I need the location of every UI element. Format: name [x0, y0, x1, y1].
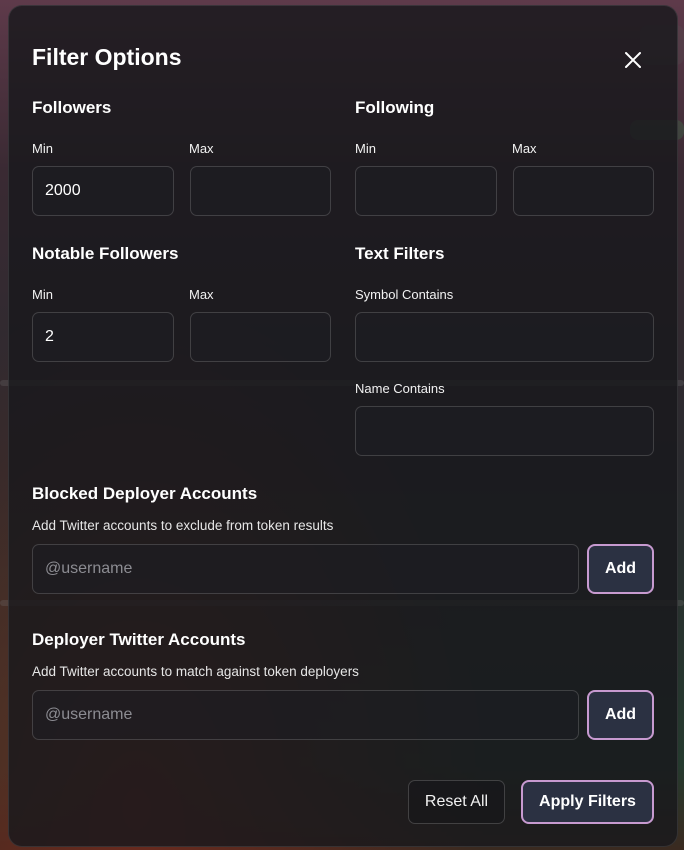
following-min-input[interactable] [355, 166, 497, 216]
deployer-twitter-add-button[interactable]: Add [587, 690, 654, 740]
filter-options-modal: Filter Options Followers Min Max Followi… [8, 5, 678, 847]
deployer-twitter-username-input[interactable] [32, 690, 579, 740]
following-section-title: Following [355, 98, 435, 117]
symbol-contains-label: Symbol Contains [355, 287, 454, 302]
notable-followers-max-input[interactable] [190, 312, 331, 362]
deployer-twitter-section-title: Deployer Twitter Accounts [32, 630, 246, 649]
notable-followers-min-input[interactable] [32, 312, 174, 362]
following-max-input[interactable] [513, 166, 654, 216]
notable-followers-section-title: Notable Followers [32, 244, 179, 263]
blocked-deployers-description: Add Twitter accounts to exclude from tok… [32, 518, 334, 533]
apply-filters-button[interactable]: Apply Filters [521, 780, 654, 824]
close-icon [625, 52, 641, 68]
name-contains-input[interactable] [355, 406, 654, 456]
deployer-twitter-description: Add Twitter accounts to match against to… [32, 664, 359, 679]
blocked-deployers-add-button[interactable]: Add [587, 544, 654, 594]
blocked-deployers-section-title: Blocked Deployer Accounts [32, 484, 258, 503]
reset-all-button[interactable]: Reset All [408, 780, 505, 824]
notable-followers-min-label: Min [32, 287, 53, 302]
following-min-label: Min [355, 141, 376, 156]
name-contains-label: Name Contains [355, 381, 445, 396]
modal-title: Filter Options [32, 44, 182, 70]
close-button[interactable] [619, 46, 647, 74]
symbol-contains-input[interactable] [355, 312, 654, 362]
followers-max-input[interactable] [190, 166, 331, 216]
followers-max-label: Max [189, 141, 214, 156]
text-filters-section-title: Text Filters [355, 244, 445, 263]
notable-followers-max-label: Max [189, 287, 214, 302]
blocked-deployers-username-input[interactable] [32, 544, 579, 594]
followers-min-label: Min [32, 141, 53, 156]
following-max-label: Max [512, 141, 537, 156]
followers-min-input[interactable] [32, 166, 174, 216]
followers-section-title: Followers [32, 98, 112, 117]
